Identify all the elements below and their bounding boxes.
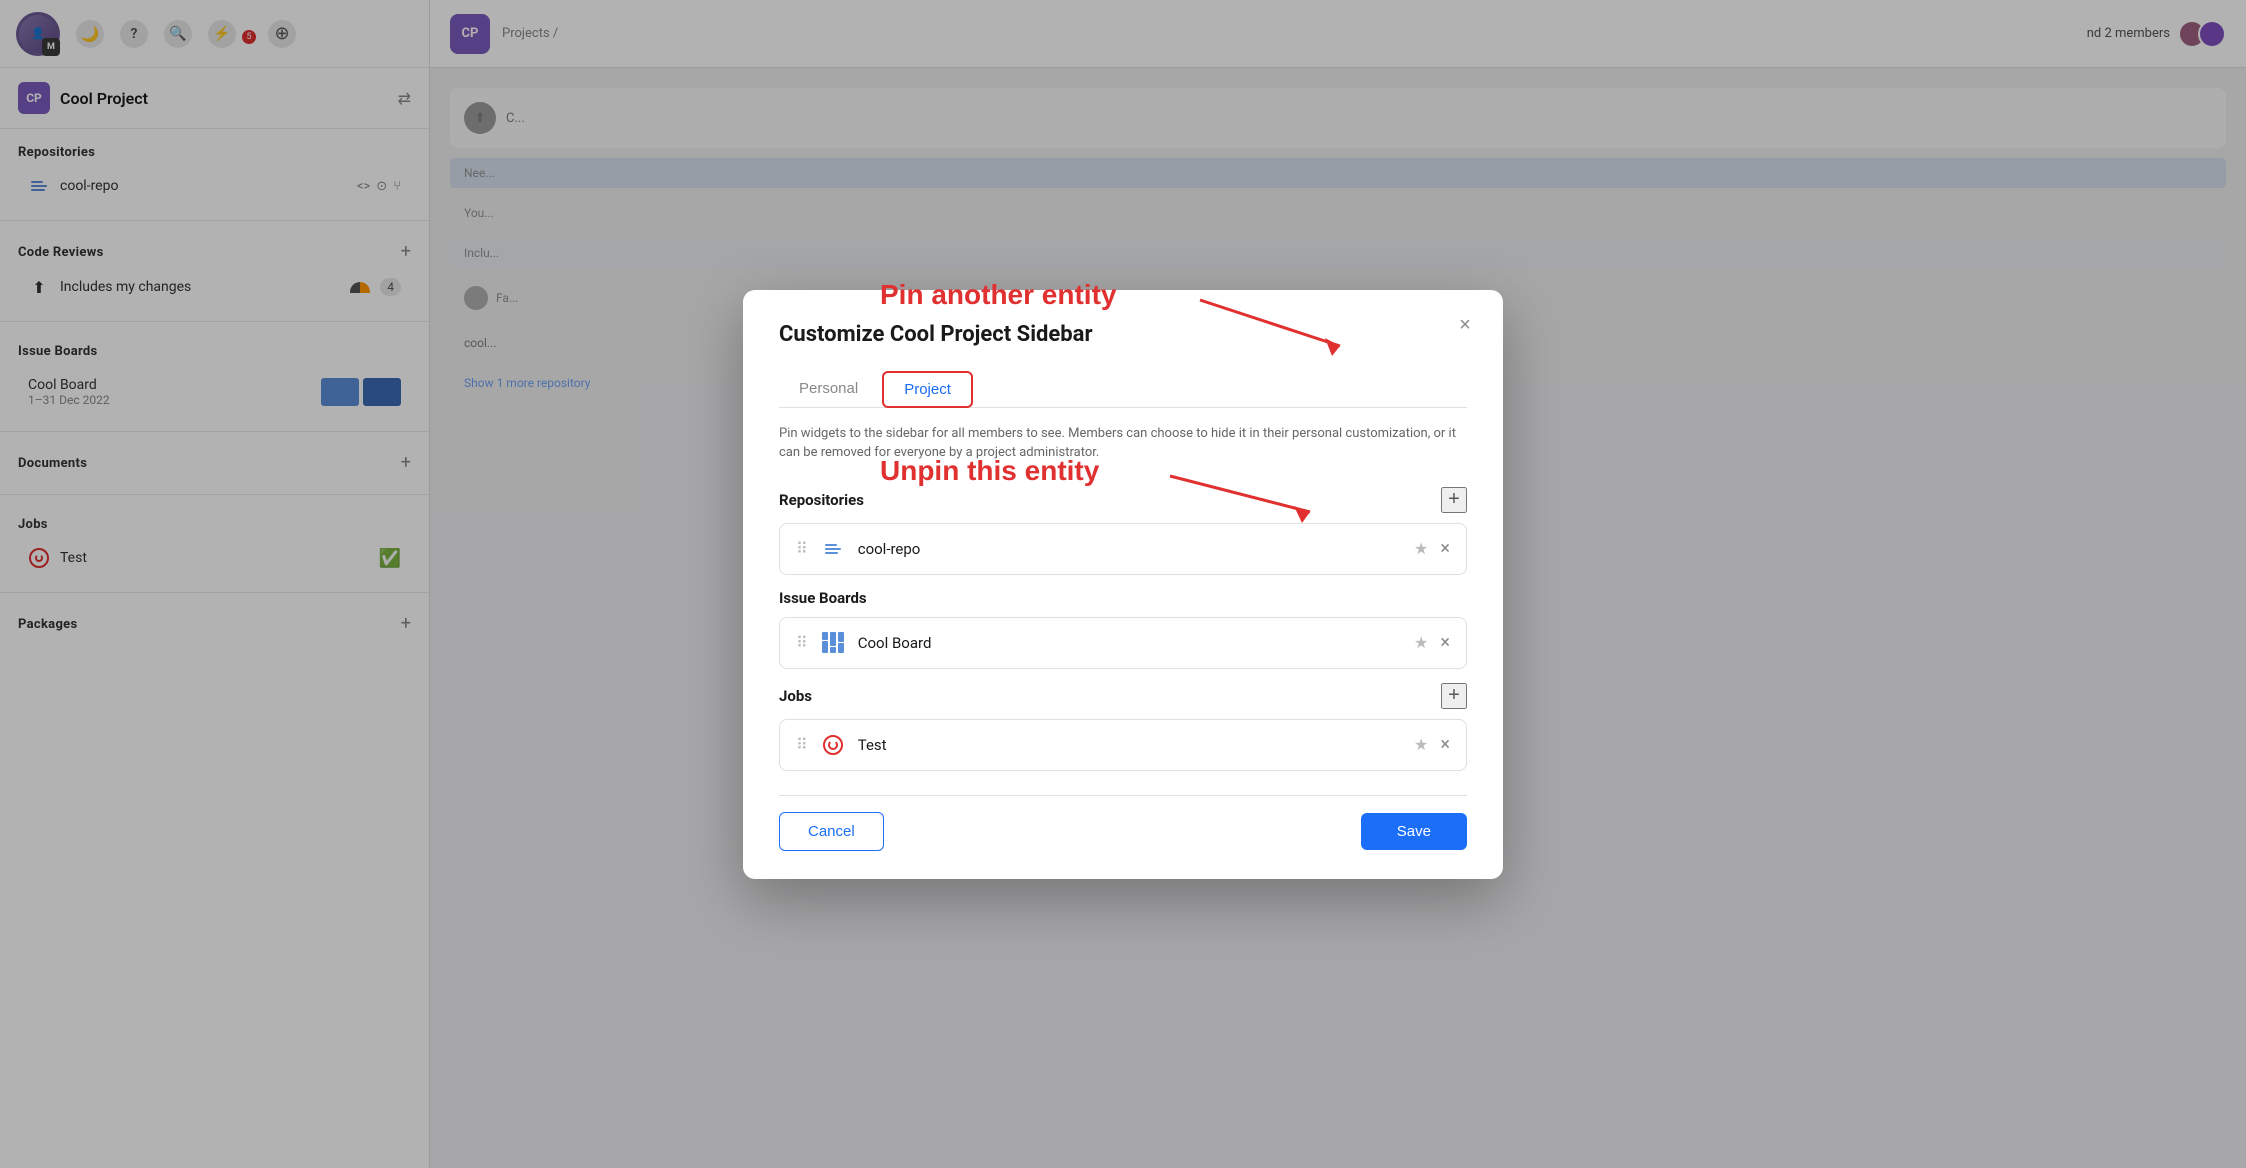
- repositories-add-button[interactable]: +: [1441, 487, 1467, 513]
- board-entity-name: Cool Board: [858, 634, 1414, 652]
- board-entity-icon: [820, 630, 846, 656]
- board-pin-icon[interactable]: ★: [1414, 633, 1428, 652]
- repo-remove-button[interactable]: ×: [1440, 538, 1450, 559]
- modal-tabs: Personal Project: [779, 371, 1467, 408]
- job-entity-name: Test: [858, 736, 1414, 754]
- repo-pin-icon[interactable]: ★: [1414, 539, 1428, 558]
- modal-close-button[interactable]: ×: [1451, 312, 1479, 340]
- modal-description: Pin widgets to the sidebar for all membe…: [779, 424, 1467, 463]
- modal-title: Customize Cool Project Sidebar: [779, 322, 1467, 347]
- modal-footer: Cancel Save: [779, 795, 1467, 851]
- cancel-button[interactable]: Cancel: [779, 812, 884, 851]
- jobs-section-header: Jobs +: [779, 683, 1467, 709]
- save-button[interactable]: Save: [1361, 813, 1467, 850]
- repo-entity-row: ⠿ cool-repo ★ ×: [779, 523, 1467, 575]
- job-entity-row: ⠿ Test ★ ×: [779, 719, 1467, 771]
- tab-project[interactable]: Project: [882, 371, 973, 408]
- job-pin-icon[interactable]: ★: [1414, 735, 1428, 754]
- jobs-add-button[interactable]: +: [1441, 683, 1467, 709]
- repositories-section-header: Repositories +: [779, 487, 1467, 513]
- repo-entity-icon: [820, 536, 846, 562]
- tab-personal[interactable]: Personal: [779, 371, 878, 408]
- job-remove-button[interactable]: ×: [1440, 734, 1450, 755]
- drag-handle-job[interactable]: ⠿: [796, 735, 808, 754]
- drag-handle-repo[interactable]: ⠿: [796, 539, 808, 558]
- jobs-section-label: Jobs: [779, 687, 812, 705]
- board-remove-button[interactable]: ×: [1440, 632, 1450, 653]
- drag-handle-board[interactable]: ⠿: [796, 633, 808, 652]
- modal-overlay: × Customize Cool Project Sidebar Persona…: [0, 0, 2246, 1168]
- repositories-section-label: Repositories: [779, 491, 864, 509]
- board-entity-row: ⠿ Cool Board ★ ×: [779, 617, 1467, 669]
- customize-sidebar-modal: × Customize Cool Project Sidebar Persona…: [743, 290, 1503, 879]
- repo-entity-name: cool-repo: [858, 540, 1414, 558]
- issue-boards-section-label: Issue Boards: [779, 589, 867, 607]
- job-entity-icon: [820, 732, 846, 758]
- issue-boards-section-header: Issue Boards: [779, 589, 1467, 607]
